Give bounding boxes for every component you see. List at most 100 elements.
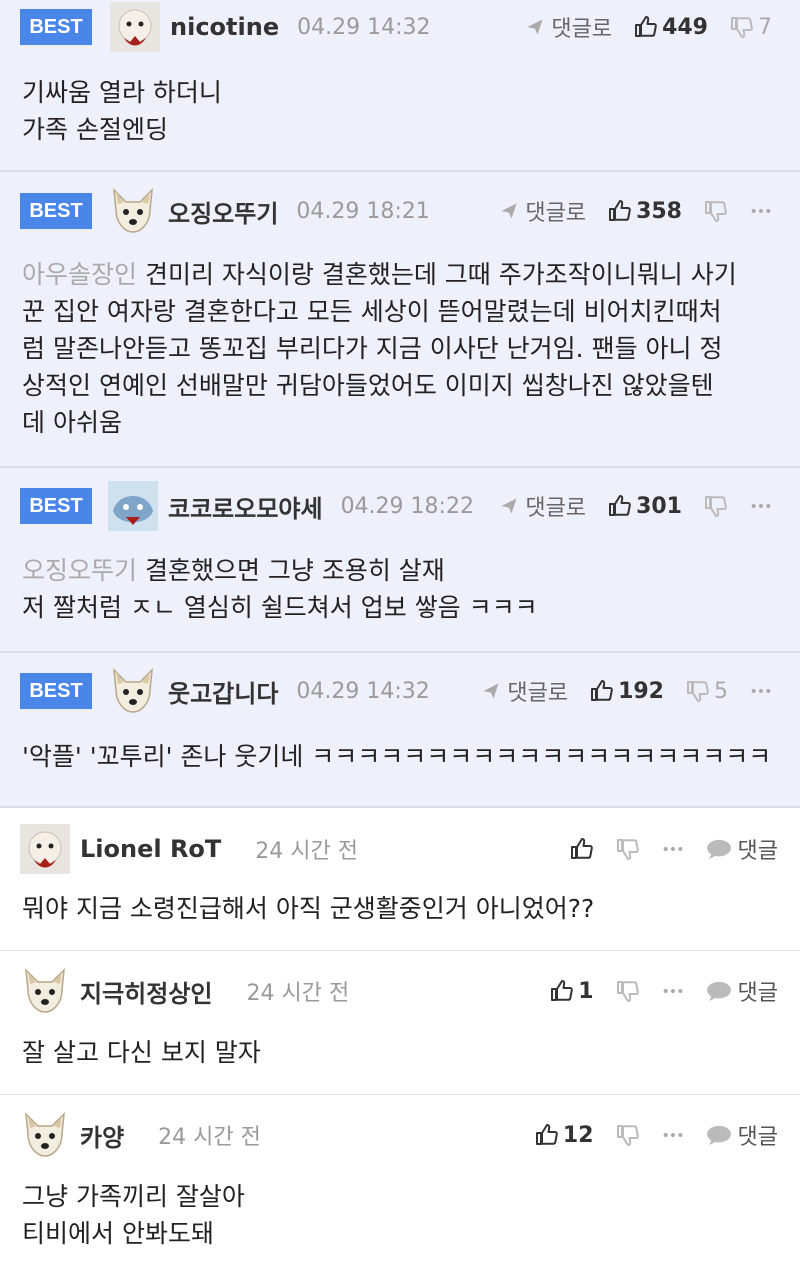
best-badge: BEST — [20, 673, 92, 709]
reply-arrow-icon — [499, 496, 519, 516]
comment-header: Lionel RoT 24 시간 전 댓글 — [0, 824, 800, 874]
more-button[interactable] — [750, 502, 772, 510]
reply-button[interactable]: 댓글로 — [481, 675, 568, 707]
comment-line: 상적인 연예인 선배말만 귀담아들었어도 이미지 씹창나진 않았을텐 — [22, 371, 714, 400]
like-count: 449 — [662, 14, 708, 40]
nickname[interactable]: 지극히정상인 — [80, 974, 212, 1009]
more-dots-icon — [662, 1131, 684, 1139]
comment-line: 그냥 가족끼리 잘살아 — [22, 1182, 245, 1211]
nickname[interactable]: 코코로오모야세 — [168, 489, 323, 524]
comment-line: 티비에서 안봐도돼 — [22, 1219, 214, 1248]
comment-body: 뭐야 지금 소령진급해서 아직 군생활중인거 아니었어?? — [22, 894, 595, 923]
reply-arrow-icon — [525, 17, 545, 37]
best-badge: BEST — [20, 488, 92, 524]
thumbs-up-icon — [570, 837, 594, 861]
comment-line: '악플' '꼬투리' 존나 웃기네 ㅋㅋㅋㅋㅋㅋㅋㅋㅋㅋㅋㅋㅋㅋㅋㅋㅋㅋㅋㅋ — [22, 742, 772, 771]
like-button[interactable]: 449 — [634, 15, 708, 40]
like-count: 358 — [636, 198, 682, 224]
reply-button[interactable]: 댓글 — [706, 1119, 778, 1151]
divider — [0, 1094, 800, 1095]
more-dots-icon — [662, 845, 684, 853]
comment-line: 꾼 집안 여자랑 결혼한다고 모든 세상이 뜯어말렸는데 비어치킨때처 — [22, 297, 722, 326]
nickname[interactable]: 카양 — [80, 1118, 124, 1153]
best-comment-header: BEST 웃고갑니다 04.29 14:32 댓글로 192 5 — [0, 666, 800, 716]
nickname[interactable]: nicotine — [170, 13, 279, 41]
more-button[interactable] — [750, 687, 772, 695]
dislike-button[interactable]: 7 — [730, 15, 772, 40]
dislike-count: 5 — [714, 678, 728, 704]
dislike-button[interactable] — [616, 837, 640, 861]
like-count: 301 — [636, 493, 682, 519]
more-button[interactable] — [662, 987, 684, 995]
more-dots-icon — [750, 207, 772, 215]
best-comment-header: BEST 코코로오모야세 04.29 18:22 댓글로 301 — [0, 481, 800, 531]
nickname[interactable]: 웃고갑니다 — [168, 674, 278, 709]
dislike-button[interactable]: 5 — [686, 679, 728, 704]
timestamp: 04.29 14:32 — [297, 14, 431, 40]
thumbs-up-icon — [634, 15, 658, 39]
reply-label: 댓글로 — [525, 201, 587, 226]
reply-arrow-icon — [499, 201, 519, 221]
chat-bubble-icon — [706, 980, 732, 1002]
timestamp: 04.29 18:21 — [296, 198, 430, 224]
like-button[interactable]: 301 — [608, 494, 682, 519]
best-comment-header: BEST 오징오뚜기 04.29 18:21 댓글로 358 — [0, 186, 800, 236]
thumbs-up-icon — [535, 1123, 559, 1147]
best-comment-header: BEST nicotine 04.29 14:32 댓글로 449 7 — [0, 2, 800, 52]
divider — [0, 651, 800, 653]
avatar[interactable] — [20, 966, 70, 1016]
avatar[interactable] — [20, 1110, 70, 1160]
avatar[interactable] — [110, 2, 160, 52]
dislike-button[interactable] — [704, 199, 728, 223]
best-comments: BEST nicotine 04.29 14:32 댓글로 449 7 기싸움 … — [0, 0, 800, 808]
timestamp: 24 시간 전 — [255, 839, 358, 864]
like-button[interactable]: 1 — [550, 979, 594, 1004]
reply-button[interactable]: 댓글로 — [499, 490, 586, 522]
nickname[interactable]: 오징오뚜기 — [168, 194, 278, 229]
more-button[interactable] — [662, 845, 684, 853]
dislike-count: 7 — [758, 14, 772, 40]
thumbs-down-icon — [704, 199, 728, 223]
mention[interactable]: 아우솔장인 — [22, 260, 137, 289]
thumbs-down-icon — [730, 15, 754, 39]
avatar[interactable] — [108, 481, 158, 531]
comment-line: 가족 손절엔딩 — [22, 115, 168, 144]
dislike-button[interactable] — [616, 1123, 640, 1147]
reply-button[interactable]: 댓글로 — [499, 195, 586, 227]
reply-button[interactable]: 댓글 — [706, 975, 778, 1007]
comment-body: '악플' '꼬투리' 존나 웃기네 ㅋㅋㅋㅋㅋㅋㅋㅋㅋㅋㅋㅋㅋㅋㅋㅋㅋㅋㅋㅋ — [22, 738, 778, 775]
like-button[interactable]: 12 — [535, 1123, 594, 1148]
comment-header: 카양 24 시간 전 12 댓글 — [0, 1110, 800, 1160]
divider — [0, 170, 800, 172]
comment-line: 기싸움 열라 하더니 — [22, 78, 222, 107]
chat-bubble-icon — [706, 1124, 732, 1146]
reply-label: 댓글 — [737, 1125, 778, 1150]
comment-line: 데 아쉬움 — [22, 408, 122, 437]
mention[interactable]: 오징오뚜기 — [22, 556, 137, 585]
more-button[interactable] — [662, 1131, 684, 1139]
comment-body: 잘 살고 다신 보지 말자 — [22, 1038, 261, 1067]
reply-button[interactable]: 댓글로 — [525, 11, 612, 43]
thumbs-up-icon — [550, 979, 574, 1003]
chat-bubble-icon — [706, 838, 732, 860]
timestamp: 04.29 14:32 — [296, 678, 430, 704]
thumbs-down-icon — [616, 1123, 640, 1147]
more-button[interactable] — [750, 207, 772, 215]
like-button[interactable] — [570, 837, 594, 861]
reply-label: 댓글 — [737, 981, 778, 1006]
reply-label: 댓글 — [737, 839, 778, 864]
like-button[interactable]: 192 — [590, 679, 664, 704]
comment-body: 아우솔장인 견미리 자식이랑 결혼했는데 그때 주가조작이니뭐니 사기 꾼 집안… — [22, 256, 778, 441]
dislike-button[interactable] — [704, 494, 728, 518]
timestamp: 24 시간 전 — [158, 1125, 261, 1150]
dislike-button[interactable] — [616, 979, 640, 1003]
avatar[interactable] — [108, 666, 158, 716]
nickname[interactable]: Lionel RoT — [80, 835, 221, 863]
avatar[interactable] — [20, 824, 70, 874]
avatar[interactable] — [108, 186, 158, 236]
reply-button[interactable]: 댓글 — [706, 833, 778, 865]
comment-header: 지극히정상인 24 시간 전 1 댓글 — [0, 966, 800, 1016]
timestamp: 04.29 18:22 — [340, 493, 474, 519]
like-button[interactable]: 358 — [608, 199, 682, 224]
more-dots-icon — [750, 687, 772, 695]
